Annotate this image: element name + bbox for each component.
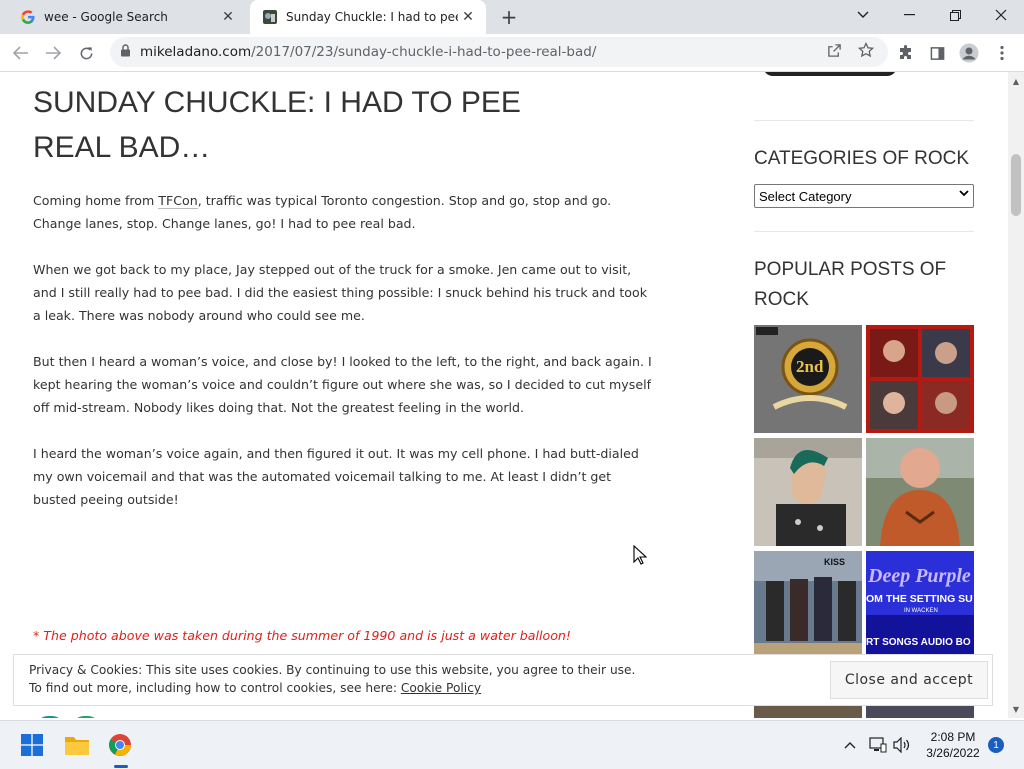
url-domain: mikeladano.com — [140, 44, 252, 60]
windows-taskbar: 2:08 PM 3/26/2022 1 — [0, 720, 1024, 769]
page-scrollbar[interactable]: ▲ ▼ — [1008, 72, 1024, 718]
taskbar-clock[interactable]: 2:08 PM 3/26/2022 — [920, 729, 986, 761]
tfcon-link[interactable]: TFCon — [158, 193, 198, 209]
restore-icon[interactable] — [932, 0, 978, 30]
photo-caption: * The photo above was taken during the s… — [33, 628, 571, 643]
chrome-menu-icon[interactable] — [991, 42, 1013, 64]
scroll-thumb[interactable] — [1011, 154, 1021, 216]
close-tab-icon[interactable]: ✕ — [218, 7, 238, 27]
chrome-icon[interactable] — [104, 729, 136, 761]
popular-post-thumb[interactable] — [866, 438, 974, 546]
window-close-icon[interactable] — [978, 0, 1024, 30]
bookmark-star-icon[interactable] — [857, 41, 875, 59]
thumb6-line3: IN WACKEN — [904, 608, 938, 614]
sidebar-divider — [754, 120, 974, 121]
cookie-text-prefix: To find out more, including how to contr… — [29, 681, 401, 695]
cookie-text-line1: Privacy & Cookies: This site uses cookie… — [29, 663, 636, 677]
clock-date: 3/26/2022 — [926, 746, 980, 760]
lock-icon[interactable] — [120, 44, 134, 60]
popular-post-thumb[interactable] — [866, 325, 974, 433]
thumb5-label: KISS — [824, 557, 846, 567]
share-icon[interactable] — [825, 41, 843, 59]
share-button-partial[interactable] — [72, 716, 100, 718]
paragraph-3: But then I heard a woman’s voice, and cl… — [33, 354, 652, 415]
chevron-down-icon — [959, 188, 969, 200]
sidebar-partial-button[interactable] — [763, 72, 897, 76]
post-title: SUNDAY CHUCKLE: I HAD TO PEE REAL BAD… — [33, 86, 521, 164]
forward-arrow-icon[interactable] — [40, 40, 66, 66]
file-explorer-icon[interactable] — [61, 729, 93, 761]
thumb6-line2: OM THE SETTING SU — [866, 593, 973, 605]
url-text[interactable]: mikeladano.com/2017/07/23/sunday-chuckle… — [140, 44, 596, 60]
cookie-text-line2: To find out more, including how to contr… — [29, 681, 481, 695]
extensions-puzzle-icon[interactable] — [895, 42, 917, 64]
share-button-partial[interactable] — [36, 716, 64, 718]
address-bar[interactable]: mikeladano.com/2017/07/23/sunday-chuckle… — [110, 37, 888, 67]
thumb6-line4: RT SONGS AUDIO BO — [866, 637, 971, 648]
close-tab-icon[interactable]: ✕ — [458, 7, 478, 27]
popular-post-thumb[interactable] — [754, 706, 862, 718]
browser-toolbar: mikeladano.com/2017/07/23/sunday-chuckle… — [0, 34, 1024, 72]
scroll-up-icon[interactable]: ▲ — [1011, 76, 1021, 86]
scroll-down-icon[interactable]: ▼ — [1011, 704, 1021, 714]
thumb6-line1: Deep Purple — [868, 565, 971, 587]
close-and-accept-button[interactable]: Close and accept — [830, 661, 988, 699]
windows-start-icon[interactable] — [16, 729, 48, 761]
notification-badge[interactable]: 1 — [988, 737, 1004, 753]
new-tab-icon[interactable]: + — [498, 5, 520, 29]
tab-strip: wee - Google Search ✕ Sunday Chuckle: I … — [0, 0, 1024, 34]
back-arrow-icon[interactable] — [8, 40, 34, 66]
tab-title: Sunday Chuckle: I had to pee rea — [286, 10, 458, 24]
url-path: /2017/07/23/sunday-chuckle-i-had-to-pee-… — [251, 44, 597, 60]
paragraph-1: Coming home from TFCon, traffic was typi… — [33, 189, 658, 235]
profile-avatar-icon[interactable] — [958, 42, 980, 64]
category-select-value: Select Category — [759, 188, 852, 204]
network-icon[interactable] — [868, 735, 888, 755]
popular-post-thumb[interactable]: Deep Purple OM THE SETTING SU IN WACKEN … — [866, 551, 974, 659]
popular-post-thumb[interactable] — [754, 438, 862, 546]
mouse-cursor-icon — [633, 544, 648, 569]
popular-post-thumb[interactable] — [866, 706, 974, 718]
show-hidden-icons-chevron-icon[interactable] — [840, 735, 860, 755]
cookie-policy-link[interactable]: Cookie Policy — [401, 681, 481, 695]
clock-time: 2:08 PM — [930, 730, 976, 744]
popular-post-thumb[interactable]: 2nd — [754, 325, 862, 433]
side-panel-icon[interactable] — [926, 42, 948, 64]
paragraph-2: When we got back to my place, Jay steppe… — [33, 262, 648, 323]
thumb1-label: 2nd — [796, 357, 824, 376]
tab-sunday-chuckle[interactable]: Sunday Chuckle: I had to pee rea ✕ — [250, 0, 486, 34]
sidebar-divider — [754, 231, 974, 232]
volume-icon[interactable] — [892, 735, 912, 755]
category-select[interactable]: Select Category — [754, 184, 974, 208]
paragraph-4: I heard the woman’s voice again, and the… — [33, 446, 639, 507]
p1-text-start: Coming home from — [33, 193, 159, 208]
tab-search-chevron-icon[interactable] — [840, 0, 886, 30]
popular-posts-title: POPULAR POSTS OF ROCK — [754, 259, 947, 310]
cookie-banner: Privacy & Cookies: This site uses cookie… — [13, 654, 993, 706]
site-favicon-icon — [262, 9, 278, 25]
tab-title: wee - Google Search — [44, 10, 168, 24]
tab-google-search[interactable]: wee - Google Search ✕ — [8, 0, 246, 34]
reload-icon[interactable] — [73, 40, 99, 66]
google-g-icon — [20, 9, 36, 25]
popular-post-thumb[interactable]: KISS — [754, 551, 862, 659]
categories-title: CATEGORIES OF ROCK — [754, 148, 970, 169]
minimize-icon[interactable] — [886, 0, 932, 30]
web-page: SUNDAY CHUCKLE: I HAD TO PEE REAL BAD… C… — [0, 72, 1008, 718]
